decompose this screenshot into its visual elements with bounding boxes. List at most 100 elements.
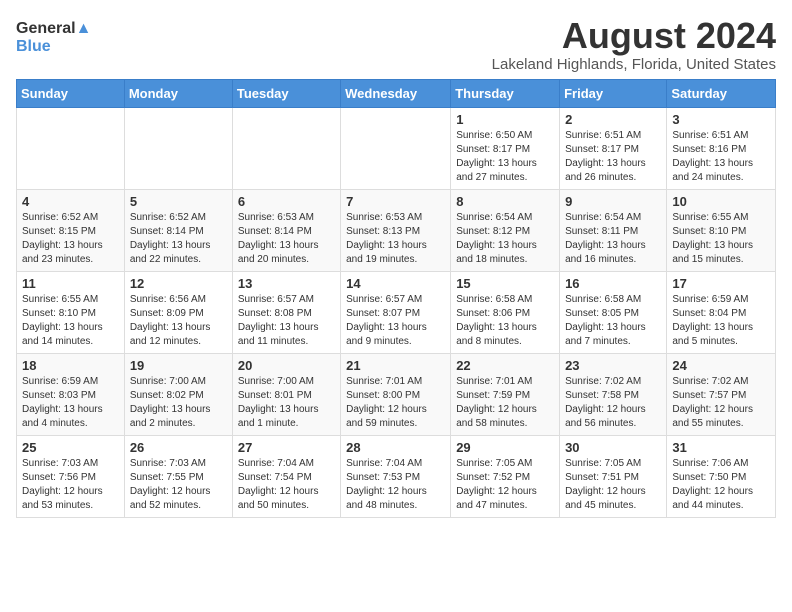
calendar-cell: 23 Sunrise: 7:02 AMSunset: 7:58 PMDayligh… [560,353,667,435]
calendar-cell: 31Sunrise: 7:06 AMSunset: 7:50 PMDayligh… [667,435,776,517]
day-info: Sunrise: 6:58 AMSunset: 8:05 PMDaylight:… [565,293,661,349]
day-info: Sunrise: 6:53 AMSunset: 8:14 PMDaylight:… [238,211,335,267]
day-number: 13 [238,276,335,291]
calendar-cell: 3 Sunrise: 6:51 AMSunset: 8:16 PMDaylight… [667,107,776,189]
weekday-header-sunday: Sunday [17,79,125,107]
calendar-cell: 6Sunrise: 6:53 AMSunset: 8:14 PMDaylight… [232,189,340,271]
day-number: 26 [130,440,227,455]
day-info: Sunrise: 6:59 AMSunset: 8:03 PMDaylight:… [22,375,119,431]
day-number: 3 [672,112,770,127]
day-number: 18 [22,358,119,373]
day-number: 12 [130,276,227,291]
day-number: 17 [672,276,770,291]
day-info: Sunrise: 6:56 AMSunset: 8:09 PMDaylight:… [130,293,227,349]
calendar-cell: 29Sunrise: 7:05 AMSunset: 7:52 PMDayligh… [451,435,560,517]
day-number: 24 [672,358,770,373]
calendar-cell [17,107,125,189]
weekday-header-thursday: Thursday [451,79,560,107]
weekday-header-friday: Friday [560,79,667,107]
day-info: Sunrise: 7:02 AMSunset: 7:58 PMDaylight:… [565,375,661,431]
day-info: Sunrise: 7:01 AMSunset: 7:59 PMDaylight:… [456,375,554,431]
day-info: Sunrise: 6:51 AMSunset: 8:16 PMDaylight:… [672,129,770,185]
day-number: 21 [346,358,445,373]
calendar-cell: 21 Sunrise: 7:01 AMSunset: 8:00 PMDayligh… [341,353,451,435]
day-info: Sunrise: 7:03 AMSunset: 7:56 PMDaylight:… [22,457,119,513]
calendar-cell: 10Sunrise: 6:55 AMSunset: 8:10 PMDayligh… [667,189,776,271]
day-number: 16 [565,276,661,291]
day-info: Sunrise: 6:58 AMSunset: 8:06 PMDaylight:… [456,293,554,349]
day-info: Sunrise: 6:57 AMSunset: 8:08 PMDaylight:… [238,293,335,349]
day-number: 11 [22,276,119,291]
calendar-cell: 7 Sunrise: 6:53 AMSunset: 8:13 PMDaylight… [341,189,451,271]
day-number: 22 [456,358,554,373]
day-number: 7 [346,194,445,209]
day-info: Sunrise: 6:50 AMSunset: 8:17 PMDaylight:… [456,129,554,185]
day-info: Sunrise: 6:54 AMSunset: 8:12 PMDaylight:… [456,211,554,267]
calendar-table: SundayMondayTuesdayWednesdayThursdayFrid… [16,79,776,518]
calendar-cell: 13 Sunrise: 6:57 AMSunset: 8:08 PMDayligh… [232,271,340,353]
calendar-cell: 15 Sunrise: 6:58 AMSunset: 8:06 PMDayligh… [451,271,560,353]
day-number: 31 [672,440,770,455]
calendar-cell: 12 Sunrise: 6:56 AMSunset: 8:09 PMDayligh… [124,271,232,353]
day-info: Sunrise: 6:57 AMSunset: 8:07 PMDaylight:… [346,293,445,349]
calendar-cell [232,107,340,189]
logo-blue: Blue [16,38,51,56]
calendar-week-row: 25Sunrise: 7:03 AMSunset: 7:56 PMDayligh… [17,435,776,517]
day-info: Sunrise: 6:53 AMSunset: 8:13 PMDaylight:… [346,211,445,267]
calendar-cell: 28 Sunrise: 7:04 AMSunset: 7:53 PMDayligh… [341,435,451,517]
day-info: Sunrise: 7:04 AMSunset: 7:53 PMDaylight:… [346,457,445,513]
day-info: Sunrise: 7:00 AMSunset: 8:02 PMDaylight:… [130,375,227,431]
calendar-cell: 27Sunrise: 7:04 AMSunset: 7:54 PMDayligh… [232,435,340,517]
calendar-cell: 24 Sunrise: 7:02 AMSunset: 7:57 PMDayligh… [667,353,776,435]
day-number: 8 [456,194,554,209]
day-info: Sunrise: 7:03 AMSunset: 7:55 PMDaylight:… [130,457,227,513]
day-info: Sunrise: 7:05 AMSunset: 7:51 PMDaylight:… [565,457,661,513]
weekday-header-tuesday: Tuesday [232,79,340,107]
day-info: Sunrise: 7:01 AMSunset: 8:00 PMDaylight:… [346,375,445,431]
day-info: Sunrise: 7:02 AMSunset: 7:57 PMDaylight:… [672,375,770,431]
calendar-cell: 14 Sunrise: 6:57 AMSunset: 8:07 PMDayligh… [341,271,451,353]
calendar-cell: 18 Sunrise: 6:59 AMSunset: 8:03 PMDayligh… [17,353,125,435]
day-number: 23 [565,358,661,373]
day-number: 2 [565,112,661,127]
title-section: August 2024 Lakeland Highlands, Florida,… [492,16,776,73]
calendar-cell [124,107,232,189]
weekday-header-saturday: Saturday [667,79,776,107]
day-info: Sunrise: 6:55 AMSunset: 8:10 PMDaylight:… [22,293,119,349]
day-number: 30 [565,440,661,455]
day-info: Sunrise: 6:51 AMSunset: 8:17 PMDaylight:… [565,129,661,185]
calendar-cell: 8 Sunrise: 6:54 AMSunset: 8:12 PMDaylight… [451,189,560,271]
page-header: General▲ Blue August 2024 Lakeland Highl… [16,16,776,73]
day-number: 19 [130,358,227,373]
day-info: Sunrise: 6:52 AMSunset: 8:14 PMDaylight:… [130,211,227,267]
calendar-cell: 9 Sunrise: 6:54 AMSunset: 8:11 PMDaylight… [560,189,667,271]
month-year: August 2024 [492,16,776,56]
logo-text: General▲ Blue [16,20,116,55]
day-number: 14 [346,276,445,291]
day-number: 28 [346,440,445,455]
calendar-cell: 4Sunrise: 6:52 AMSunset: 8:15 PMDaylight… [17,189,125,271]
calendar-cell: 5 Sunrise: 6:52 AMSunset: 8:14 PMDaylight… [124,189,232,271]
calendar-cell: 17 Sunrise: 6:59 AMSunset: 8:04 PMDayligh… [667,271,776,353]
calendar-cell: 16 Sunrise: 6:58 AMSunset: 8:05 PMDayligh… [560,271,667,353]
calendar-cell: 25Sunrise: 7:03 AMSunset: 7:56 PMDayligh… [17,435,125,517]
calendar-week-row: 1Sunrise: 6:50 AMSunset: 8:17 PMDaylight… [17,107,776,189]
weekday-header-wednesday: Wednesday [341,79,451,107]
calendar-cell: 20Sunrise: 7:00 AMSunset: 8:01 PMDayligh… [232,353,340,435]
logo: General▲ Blue [16,16,116,55]
day-number: 20 [238,358,335,373]
day-info: Sunrise: 6:59 AMSunset: 8:04 PMDaylight:… [672,293,770,349]
weekday-header-monday: Monday [124,79,232,107]
day-number: 5 [130,194,227,209]
weekday-header-row: SundayMondayTuesdayWednesdayThursdayFrid… [17,79,776,107]
day-info: Sunrise: 6:54 AMSunset: 8:11 PMDaylight:… [565,211,661,267]
calendar-cell: 1Sunrise: 6:50 AMSunset: 8:17 PMDaylight… [451,107,560,189]
day-number: 29 [456,440,554,455]
day-number: 9 [565,194,661,209]
calendar-cell: 2 Sunrise: 6:51 AMSunset: 8:17 PMDaylight… [560,107,667,189]
calendar-cell: 30 Sunrise: 7:05 AMSunset: 7:51 PMDayligh… [560,435,667,517]
day-number: 27 [238,440,335,455]
calendar-week-row: 18 Sunrise: 6:59 AMSunset: 8:03 PMDayligh… [17,353,776,435]
day-number: 15 [456,276,554,291]
calendar-week-row: 11 Sunrise: 6:55 AMSunset: 8:10 PMDayligh… [17,271,776,353]
